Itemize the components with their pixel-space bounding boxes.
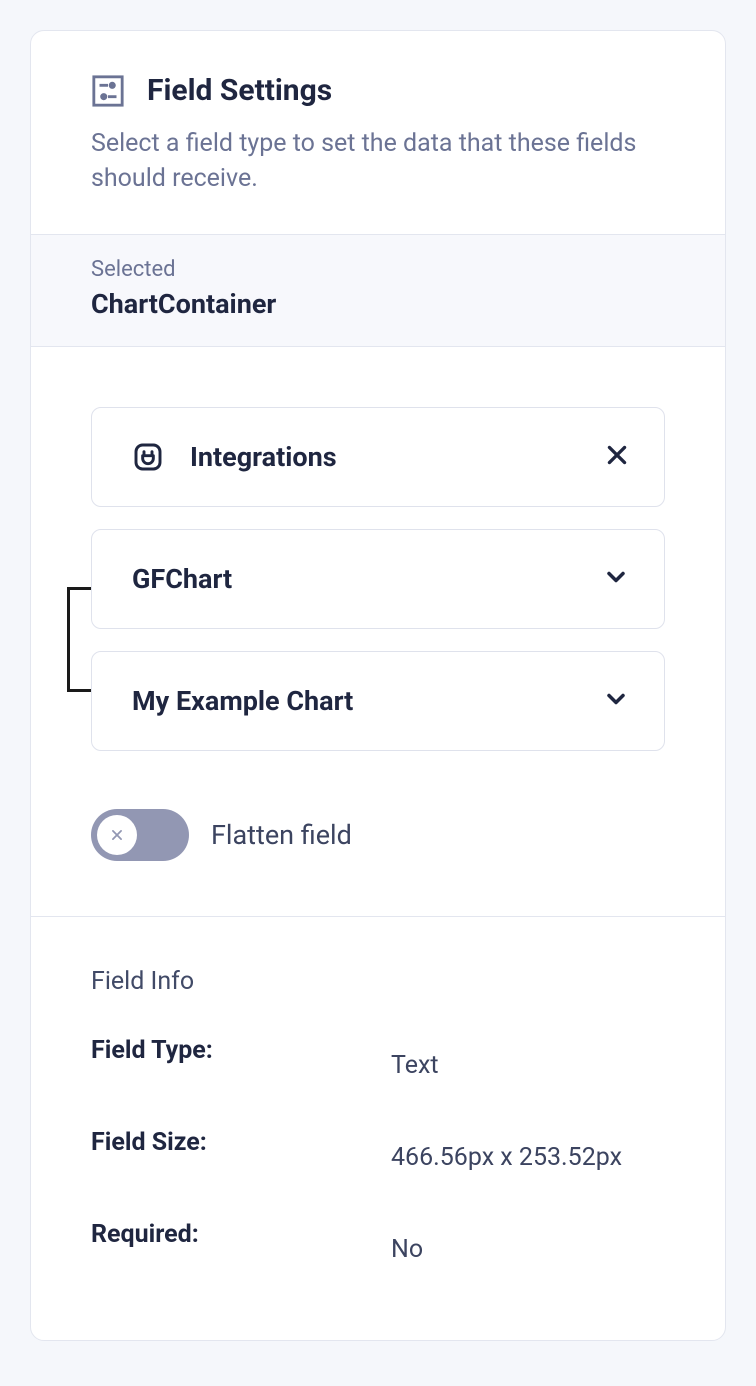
info-key-size: Field Size:: [91, 1128, 391, 1157]
close-icon[interactable]: [604, 442, 630, 472]
title-row: Field Settings: [91, 73, 665, 108]
info-val-size: 466.56px x 253.52px: [391, 1128, 622, 1188]
field-settings-panel: Field Settings Select a field type to se…: [30, 30, 726, 1341]
flatten-toggle-label: Flatten field: [211, 819, 352, 851]
option-example-chart-label: My Example Chart: [132, 685, 602, 717]
tree-connector: [67, 587, 91, 692]
selected-block: Selected ChartContainer: [31, 235, 725, 347]
info-key-type: Field Type:: [91, 1036, 391, 1065]
panel-header: Field Settings Select a field type to se…: [31, 31, 725, 235]
flatten-toggle[interactable]: [91, 809, 189, 861]
option-integrations-label: Integrations: [190, 441, 604, 473]
chevron-down-icon: [602, 563, 630, 595]
chevron-down-icon: [602, 685, 630, 717]
options-block: Integrations GFChart My Example Chart: [31, 347, 725, 917]
field-info-block: Field Info Field Type: Text Field Size: …: [31, 917, 725, 1340]
field-info-heading: Field Info: [91, 967, 665, 996]
panel-title: Field Settings: [147, 73, 332, 108]
selected-value: ChartContainer: [91, 288, 665, 320]
info-val-required: No: [391, 1220, 423, 1280]
info-val-type: Text: [391, 1036, 439, 1096]
panel-subtitle: Select a field type to set the data that…: [91, 126, 665, 196]
toggle-knob: [97, 815, 137, 855]
plug-icon: [132, 441, 164, 473]
settings-icon: [91, 74, 125, 108]
option-gfchart-label: GFChart: [132, 563, 602, 595]
option-integrations[interactable]: Integrations: [91, 407, 665, 507]
x-icon: [110, 828, 124, 842]
info-key-required: Required:: [91, 1220, 391, 1249]
option-gfchart[interactable]: GFChart: [91, 529, 665, 629]
flatten-toggle-row: Flatten field: [91, 809, 665, 861]
selected-label: Selected: [91, 257, 665, 282]
info-row-required: Required: No: [91, 1220, 665, 1280]
info-row-type: Field Type: Text: [91, 1036, 665, 1096]
option-example-chart[interactable]: My Example Chart: [91, 651, 665, 751]
info-row-size: Field Size: 466.56px x 253.52px: [91, 1128, 665, 1188]
